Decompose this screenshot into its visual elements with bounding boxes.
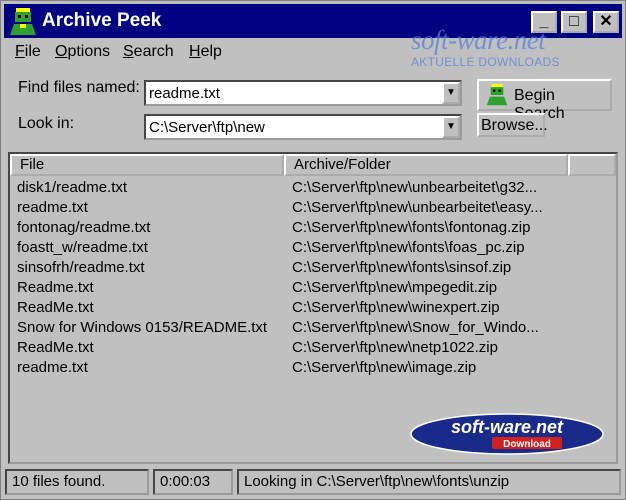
archive-cell: C:\Server\ftp\new\netp1022.zip — [292, 339, 498, 356]
archive-cell: C:\Server\ftp\new\Snow_for_Windo... — [292, 319, 539, 336]
table-row[interactable]: foastt_w/readme.txt C:\Server\ftp\new\fon… — [10, 238, 616, 258]
close-button[interactable]: ✕ — [593, 11, 619, 33]
watermark-logo: soft-ware.net Download — [410, 413, 604, 455]
file-cell: disk1/readme.txt — [17, 179, 128, 196]
results-rows: disk1/readme.txt C:\Server\ftp\new\unbear… — [10, 178, 616, 378]
find-combo[interactable]: readme.txt ▼ — [144, 80, 462, 106]
status-found: 10 files found. — [5, 469, 149, 495]
file-cell: fontonag/readme.txt — [17, 219, 151, 236]
table-row[interactable]: readme.txt C:\Server\ftp\new\unbearbeitet… — [10, 198, 616, 218]
archive-cell: C:\Server\ftp\new\fonts\sinsof.zip — [292, 259, 512, 276]
table-row[interactable]: ReadMe.txt C:\Server\ftp\new\winexpert.zi… — [10, 298, 616, 318]
table-row[interactable]: Snow for Windows 0153/README.txt C:\Serve… — [10, 318, 616, 338]
archive-cell: C:\Server\ftp\new\fonts\fontonag.zip — [292, 219, 531, 236]
table-row[interactable]: disk1/readme.txt C:\Server\ftp\new\unbear… — [10, 178, 616, 198]
window-title: Archive Peek — [42, 10, 162, 31]
file-cell: Snow for Windows 0153/README.txt — [17, 319, 268, 336]
find-label: Find files named: — [18, 79, 140, 96]
green-robot-icon — [486, 84, 508, 106]
green-robot-icon — [10, 8, 36, 35]
file-cell: ReadMe.txt — [17, 299, 94, 316]
table-row[interactable]: readme.txt C:\Server\ftp\new\image.zip — [10, 358, 616, 378]
status-elapsed: 0:00:03 — [153, 469, 233, 495]
dropdown-arrow-icon[interactable]: ▼ — [442, 82, 460, 104]
find-input[interactable]: readme.txt — [149, 85, 220, 102]
column-header-file[interactable]: File — [10, 154, 284, 176]
archive-cell: C:\Server\ftp\new\unbearbeitet\easy... — [292, 199, 543, 216]
column-header-archive[interactable]: Archive/Folder — [284, 154, 568, 176]
menu-help[interactable]: Help — [189, 43, 222, 61]
table-row[interactable]: Readme.txt C:\Server\ftp\new\mpegedit.zip — [10, 278, 616, 298]
archive-cell: C:\Server\ftp\new\image.zip — [292, 359, 477, 376]
lookin-label: Look in: — [18, 115, 75, 132]
lookin-combo[interactable]: C:\Server\ftp\new ▼ — [144, 114, 462, 140]
archive-cell: C:\Server\ftp\new\unbearbeitet\g32... — [292, 179, 538, 196]
table-row[interactable]: sinsofrh/readme.txt C:\Server\ftp\new\fon… — [10, 258, 616, 278]
file-cell: Readme.txt — [17, 279, 94, 296]
dropdown-arrow-icon[interactable]: ▼ — [442, 116, 460, 138]
watermark-top: soft-ware.net AKTUELLE DOWNLOADS — [411, 25, 559, 69]
menu-search[interactable]: Search — [123, 43, 174, 61]
status-looking: Looking in C:\Server\ftp\new\fonts\unzip — [237, 469, 621, 495]
archive-cell: C:\Server\ftp\new\fonts\foas_pc.zip — [292, 239, 525, 256]
file-cell: sinsofrh/readme.txt — [17, 259, 145, 276]
column-header-filler — [568, 154, 616, 176]
table-row[interactable]: fontonag/readme.txt C:\Server\ftp\new\fon… — [10, 218, 616, 238]
close-icon: ✕ — [599, 13, 613, 30]
watermark-logo-subtext: Download — [503, 439, 551, 450]
watermark-top-text: soft-ware.net — [411, 25, 546, 55]
file-cell: readme.txt — [17, 199, 88, 216]
file-cell: ReadMe.txt — [17, 339, 94, 356]
browse-button[interactable]: Browse... — [477, 113, 548, 137]
archive-cell: C:\Server\ftp\new\mpegedit.zip — [292, 279, 498, 296]
table-row[interactable]: ReadMe.txt C:\Server\ftp\new\netp1022.zip — [10, 338, 616, 358]
menu-options[interactable]: Options — [55, 43, 110, 61]
archive-cell: C:\Server\ftp\new\winexpert.zip — [292, 299, 500, 316]
browse-label: Browse... — [481, 117, 548, 134]
lookin-input[interactable]: C:\Server\ftp\new — [149, 119, 265, 136]
app-window: Archive Peek _ □ ✕ File Options Search H… — [0, 0, 626, 500]
watermark-top-subtext: AKTUELLE DOWNLOADS — [411, 55, 560, 69]
file-cell: foastt_w/readme.txt — [17, 239, 148, 256]
maximize-icon: □ — [569, 13, 579, 30]
maximize-button[interactable]: □ — [561, 11, 587, 33]
menu-file[interactable]: File — [15, 43, 41, 61]
file-cell: readme.txt — [17, 359, 88, 376]
begin-search-button[interactable]: Begin Search — [477, 79, 612, 122]
watermark-logo-text: soft-ware.net — [451, 417, 564, 437]
status-bar: 10 files found. 0:00:03 Looking in C:\Se… — [5, 469, 621, 495]
